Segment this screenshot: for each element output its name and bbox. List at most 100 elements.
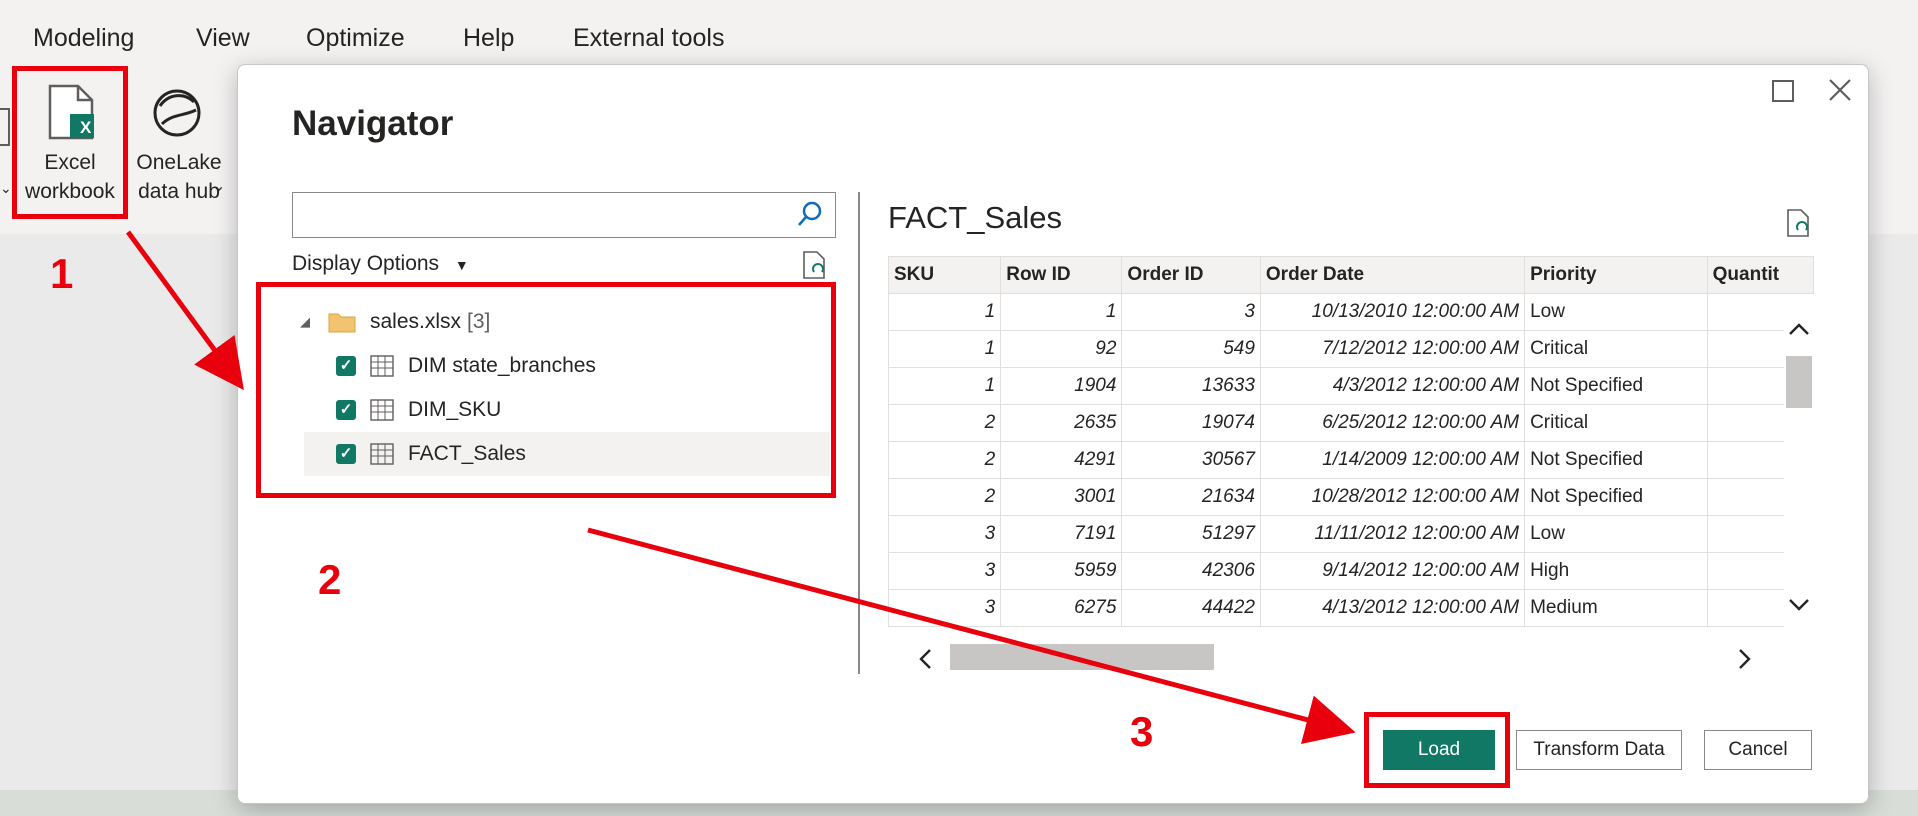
table-cell[interactable]: 11/11/2012 12:00:00 AM: [1259, 515, 1526, 553]
column-header[interactable]: Order ID: [1121, 256, 1261, 294]
table-row[interactable]: 3 6275 44422 4/13/2012 12:00:00 AM Medium: [888, 589, 1814, 627]
display-options-label: Display Options: [292, 252, 440, 275]
table-cell[interactable]: Critical: [1524, 404, 1708, 442]
chevron-down-icon: ⌄: [212, 178, 226, 195]
table-cell[interactable]: 4/13/2012 12:00:00 AM: [1259, 589, 1526, 627]
column-header[interactable]: Quantit: [1706, 256, 1814, 294]
preview-title: FACT_Sales: [888, 200, 1063, 235]
annotation-box-load: [1364, 712, 1510, 788]
close-icon[interactable]: [1828, 78, 1852, 102]
table-cell[interactable]: Low: [1524, 515, 1708, 553]
column-header[interactable]: Order Date: [1259, 256, 1526, 294]
onelake-icon: [153, 89, 201, 137]
table-cell[interactable]: Low: [1524, 293, 1708, 331]
table-cell[interactable]: 3: [888, 515, 1002, 553]
table-row[interactable]: 3 7191 51297 11/11/2012 12:00:00 AM Low: [888, 515, 1814, 553]
menu-external-tools[interactable]: External tools: [573, 24, 724, 53]
menu-modeling[interactable]: Modeling: [33, 24, 134, 53]
column-header[interactable]: Row ID: [1000, 256, 1123, 294]
scroll-down-icon[interactable]: [1788, 598, 1810, 612]
preview-table-viewport: SKU Row ID Order ID Order Date Priority …: [888, 256, 1814, 638]
table-cell[interactable]: 1: [888, 293, 1002, 331]
chevron-down-icon: ⌄: [0, 180, 12, 196]
table-cell[interactable]: 19074: [1121, 404, 1261, 442]
table-cell[interactable]: 6275: [1000, 589, 1123, 627]
table-row[interactable]: 1 92 549 7/12/2012 12:00:00 AM Critical: [888, 330, 1814, 368]
scroll-right-icon[interactable]: [1738, 648, 1752, 670]
transform-data-button[interactable]: Transform Data: [1516, 730, 1682, 770]
search-icon[interactable]: [796, 200, 824, 228]
table-cell[interactable]: 1/14/2009 12:00:00 AM: [1259, 441, 1526, 479]
refresh-file-icon[interactable]: [802, 250, 828, 280]
table-cell[interactable]: Critical: [1524, 330, 1708, 368]
column-header[interactable]: SKU: [888, 256, 1002, 294]
preview-table: SKU Row ID Order ID Order Date Priority …: [888, 256, 1814, 627]
scroll-up-icon[interactable]: [1788, 322, 1810, 336]
annotation-step-3: 3: [1130, 708, 1154, 755]
search-input[interactable]: [292, 192, 836, 238]
table-cell[interactable]: Not Specified: [1524, 441, 1708, 479]
table-cell[interactable]: 30567: [1121, 441, 1261, 479]
table-cell[interactable]: 7191: [1000, 515, 1123, 553]
caret-down-icon: ▼: [454, 257, 469, 273]
table-row[interactable]: 1 1 3 10/13/2010 12:00:00 AM Low: [888, 293, 1814, 331]
table-row[interactable]: 2 2635 19074 6/25/2012 12:00:00 AM Critical: [888, 404, 1814, 442]
table-cell[interactable]: 1: [888, 330, 1002, 368]
onelake-label-line1: OneLake: [136, 151, 222, 174]
table-row[interactable]: 2 4291 30567 1/14/2009 12:00:00 AM Not Speci…: [888, 441, 1814, 479]
table-cell[interactable]: 1904: [1000, 367, 1123, 405]
cancel-button[interactable]: Cancel: [1704, 730, 1812, 770]
dialog-title: Navigator: [292, 104, 454, 143]
refresh-preview-icon[interactable]: [1786, 208, 1812, 238]
table-header-row: SKU Row ID Order ID Order Date Priority …: [888, 256, 1814, 294]
table-cell[interactable]: Not Specified: [1524, 478, 1708, 516]
display-options-dropdown[interactable]: Display Options ▼: [292, 252, 469, 276]
annotation-step-1: 1: [50, 250, 74, 297]
maximize-icon[interactable]: [1772, 80, 1794, 102]
table-row[interactable]: 2 3001 21634 10/28/2012 12:00:00 AM Not Spec…: [888, 478, 1814, 516]
table-cell[interactable]: 44422: [1121, 589, 1261, 627]
table-cell[interactable]: 92: [1000, 330, 1123, 368]
table-cell[interactable]: 21634: [1121, 478, 1261, 516]
table-cell[interactable]: 2: [888, 478, 1002, 516]
annotation-box-tree: [256, 282, 836, 498]
table-cell[interactable]: 10/28/2012 12:00:00 AM: [1259, 478, 1526, 516]
table-cell[interactable]: 3: [888, 589, 1002, 627]
table-cell[interactable]: Not Specified: [1524, 367, 1708, 405]
table-icon: [0, 108, 10, 146]
table-cell[interactable]: 9/14/2012 12:00:00 AM: [1259, 552, 1526, 590]
menu-view[interactable]: View: [196, 24, 250, 53]
table-cell[interactable]: 10/13/2010 12:00:00 AM: [1259, 293, 1526, 331]
menu-help[interactable]: Help: [463, 24, 514, 53]
table-cell[interactable]: 3001: [1000, 478, 1123, 516]
table-cell[interactable]: 2635: [1000, 404, 1123, 442]
table-cell[interactable]: 4291: [1000, 441, 1123, 479]
table-row[interactable]: 1 1904 13633 4/3/2012 12:00:00 AM Not Specif…: [888, 367, 1814, 405]
table-cell[interactable]: 42306: [1121, 552, 1261, 590]
table-cell[interactable]: 6/25/2012 12:00:00 AM: [1259, 404, 1526, 442]
annotation-box-excel: [12, 66, 128, 219]
table-cell[interactable]: 5959: [1000, 552, 1123, 590]
horizontal-scroll-thumb[interactable]: [950, 644, 1214, 670]
vertical-scrollbar[interactable]: [1784, 294, 1814, 638]
annotation-step-2: 2: [318, 556, 342, 603]
table-cell[interactable]: 3: [1121, 293, 1261, 331]
table-cell[interactable]: 549: [1121, 330, 1261, 368]
table-cell[interactable]: 1: [1000, 293, 1123, 331]
table-cell[interactable]: 7/12/2012 12:00:00 AM: [1259, 330, 1526, 368]
table-cell[interactable]: 1: [888, 367, 1002, 405]
table-cell[interactable]: 51297: [1121, 515, 1261, 553]
table-cell[interactable]: Medium: [1524, 589, 1708, 627]
table-row[interactable]: 3 5959 42306 9/14/2012 12:00:00 AM High: [888, 552, 1814, 590]
table-cell[interactable]: 13633: [1121, 367, 1261, 405]
scroll-left-icon[interactable]: [918, 648, 932, 670]
table-cell[interactable]: 4/3/2012 12:00:00 AM: [1259, 367, 1526, 405]
pane-divider[interactable]: [858, 192, 860, 674]
table-cell[interactable]: 2: [888, 404, 1002, 442]
table-cell[interactable]: High: [1524, 552, 1708, 590]
menu-optimize[interactable]: Optimize: [306, 24, 405, 53]
column-header[interactable]: Priority: [1524, 256, 1708, 294]
vertical-scroll-thumb[interactable]: [1786, 356, 1812, 408]
table-cell[interactable]: 3: [888, 552, 1002, 590]
table-cell[interactable]: 2: [888, 441, 1002, 479]
